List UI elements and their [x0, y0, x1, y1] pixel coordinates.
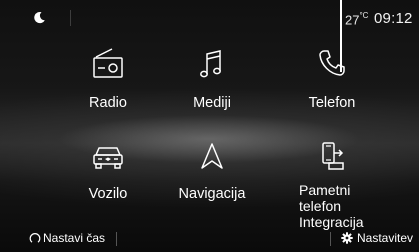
tile-smartphone-label-line1: Pametni telefon [299, 182, 351, 214]
tile-phone-label: Telefon [308, 95, 356, 111]
bottom-divider-right [330, 232, 331, 246]
clock: 09:12 [374, 10, 413, 27]
car-icon [93, 147, 123, 169]
power-arc-icon [29, 233, 41, 243]
home-screen: 27°C 09:12 Radio Mediji Telefon Vozilo N… [0, 0, 419, 252]
tile-radio[interactable]: Radio [48, 47, 168, 111]
tile-media-label: Mediji [193, 95, 231, 111]
resume-time-label: Nastavi čas [43, 231, 106, 245]
moon-icon[interactable] [33, 11, 46, 24]
phone-icon [319, 50, 345, 76]
settings-label: Nastavitev [357, 231, 414, 245]
bottom-bar: Nastavi čas Nastavitev [0, 228, 419, 252]
tile-vehicle-label: Vozilo [88, 186, 128, 202]
tile-media[interactable]: Mediji [152, 47, 272, 111]
tile-phone[interactable]: Telefon [272, 47, 392, 111]
gear-icon [341, 232, 353, 244]
music-note-icon [200, 50, 221, 78]
bottom-divider-left [116, 232, 117, 246]
top-divider [70, 10, 71, 26]
resume-time-button[interactable]: Nastavi čas [29, 231, 105, 245]
tile-navigation[interactable]: Navigacija [152, 140, 272, 202]
settings-button[interactable]: Nastavitev [341, 231, 413, 245]
navigation-arrow-icon [201, 143, 223, 169]
status-bar: 27°C 09:12 [0, 0, 419, 72]
tile-vehicle[interactable]: Vozilo [48, 140, 168, 202]
tile-radio-label: Radio [89, 95, 127, 111]
radio-icon [93, 48, 123, 78]
tile-navigation-label: Navigacija [178, 186, 246, 202]
smartphone-cast-icon [322, 142, 344, 170]
tile-smartphone-integration[interactable]: Pametni telefon Integracija [272, 140, 392, 230]
temperature-readout: 27°C [345, 11, 369, 28]
